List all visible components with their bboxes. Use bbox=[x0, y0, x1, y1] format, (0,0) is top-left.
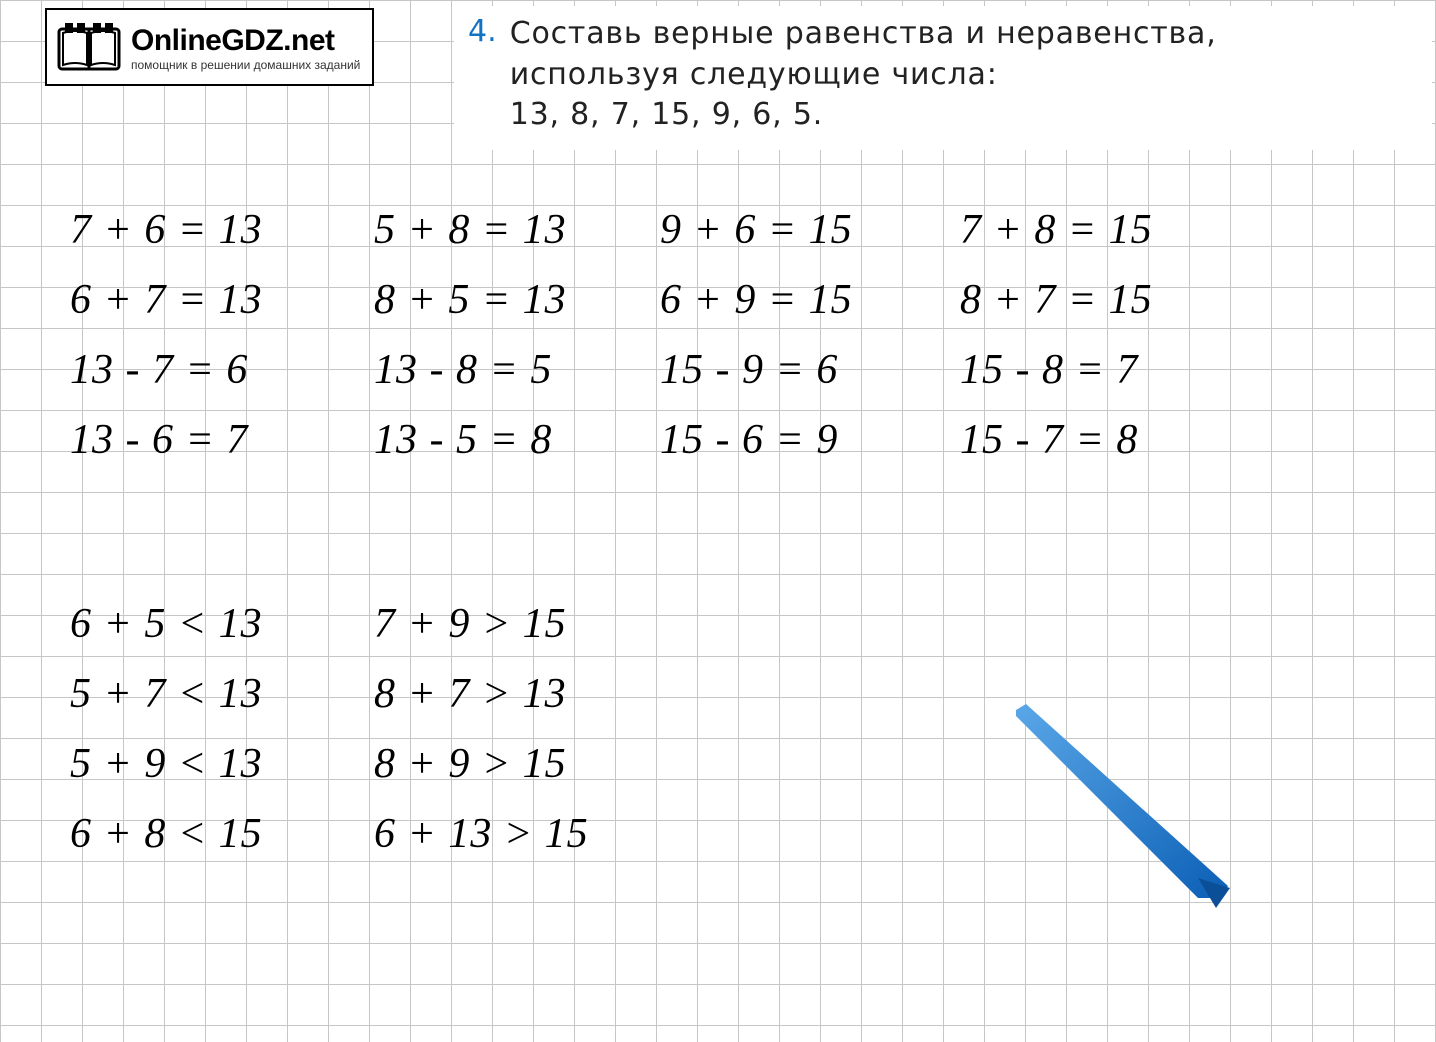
equality: 9 + 6 = 15 bbox=[660, 206, 853, 254]
equality: 15 - 7 = 8 bbox=[960, 416, 1138, 464]
inequality: 5 + 9 < 13 bbox=[70, 740, 263, 788]
task-line-1: Составь верные равенства и неравенства, bbox=[510, 16, 1217, 51]
equality: 13 - 6 = 7 bbox=[70, 416, 248, 464]
inequality: 6 + 8 < 15 bbox=[70, 810, 263, 858]
task-prompt: 4. Составь верные равенства и неравенств… bbox=[454, 6, 1432, 150]
equality: 13 - 8 = 5 bbox=[374, 346, 552, 394]
equality: 5 + 8 = 13 bbox=[374, 206, 567, 254]
site-logo: OnlineGDZ.net помощник в решении домашни… bbox=[45, 8, 374, 86]
equality: 15 - 8 = 7 bbox=[960, 346, 1138, 394]
task-number: 4. bbox=[468, 14, 497, 49]
logo-subtitle: помощник в решении домашних заданий bbox=[131, 58, 360, 72]
equality: 13 - 5 = 8 bbox=[374, 416, 552, 464]
task-line-3: 13, 8, 7, 15, 9, 6, 5. bbox=[510, 97, 823, 132]
blue-pen-icon bbox=[998, 698, 1238, 918]
open-book-icon bbox=[57, 21, 121, 75]
equality: 6 + 9 = 15 bbox=[660, 276, 853, 324]
equality: 15 - 6 = 9 bbox=[660, 416, 838, 464]
inequality: 6 + 5 < 13 bbox=[70, 600, 263, 648]
inequality: 7 + 9 > 15 bbox=[374, 600, 567, 648]
equality: 8 + 5 = 13 bbox=[374, 276, 567, 324]
inequality: 8 + 7 > 13 bbox=[374, 670, 567, 718]
task-line-2: используя следующие числа: bbox=[510, 57, 998, 92]
equality: 8 + 7 = 15 bbox=[960, 276, 1153, 324]
equality: 15 - 9 = 6 bbox=[660, 346, 838, 394]
equality: 7 + 6 = 13 bbox=[70, 206, 263, 254]
inequality: 8 + 9 > 15 bbox=[374, 740, 567, 788]
equality: 7 + 8 = 15 bbox=[960, 206, 1153, 254]
inequality: 6 + 13 > 15 bbox=[374, 810, 589, 858]
equality: 13 - 7 = 6 bbox=[70, 346, 248, 394]
logo-title: OnlineGDZ.net bbox=[131, 24, 360, 58]
equality: 6 + 7 = 13 bbox=[70, 276, 263, 324]
inequality: 5 + 7 < 13 bbox=[70, 670, 263, 718]
